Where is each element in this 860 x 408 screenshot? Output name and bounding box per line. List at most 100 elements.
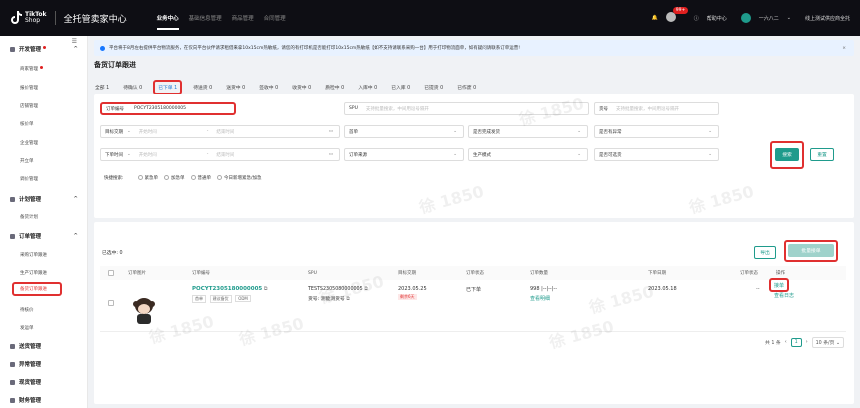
nav-basic-info[interactable]: 基础信息管理 xyxy=(189,14,222,22)
account-name[interactable]: 一六八二 xyxy=(759,15,779,22)
production-mode-select[interactable]: 生产模式 ⌄ xyxy=(468,148,588,161)
target-date-range[interactable]: 目标交期 ⌄ 开始时间 - 结束时间 ▭ xyxy=(100,125,340,138)
sidebar-item-production-order[interactable]: 生产订单跟进 xyxy=(0,266,88,280)
sidebar-group-delivery[interactable]: 送货管理 xyxy=(0,339,88,353)
radio-icon xyxy=(164,175,170,180)
quick-today-new[interactable]: 今日新增紧急/加急 xyxy=(217,175,262,181)
page-size-select[interactable]: 10 条/页 ⌄ xyxy=(811,337,844,348)
tab-delivering[interactable]: 送货中 0 xyxy=(223,82,248,93)
sidebar-item-price-check[interactable]: 核价单 xyxy=(0,117,88,131)
bell-icon[interactable]: 🔔 xyxy=(652,15,658,21)
tab-ordered[interactable]: 已下单 1 xyxy=(153,80,183,95)
help-center-link[interactable]: 帮助中心 xyxy=(707,15,727,22)
copy-icon[interactable]: ⧉ xyxy=(346,297,349,302)
sidebar-group-plan[interactable]: 计划管理 ^ xyxy=(0,192,88,206)
page-1[interactable]: 1 xyxy=(790,338,802,347)
next-page-icon[interactable]: › xyxy=(806,340,808,345)
quick-urgent[interactable]: 紧急单 xyxy=(137,175,158,181)
logo[interactable]: TikTok Shop xyxy=(10,11,47,25)
sidebar-item-shop[interactable]: 店铺管理 xyxy=(0,99,88,113)
copy-icon[interactable]: ⧉ xyxy=(364,287,367,292)
sidebar-item-shipment[interactable]: 发运单 xyxy=(0,321,88,335)
app-name: 全托管卖家中心 xyxy=(63,14,127,25)
tab-to-deliver[interactable]: 待送货 0 xyxy=(190,82,215,93)
accept-order-link[interactable]: 接单 xyxy=(774,282,784,289)
sidebar-item-purchase-order[interactable]: 采购订单跟进 xyxy=(0,248,88,262)
tab-voided[interactable]: 已作废 0 xyxy=(454,82,479,93)
order-number-link[interactable]: POCYT2305180000005 xyxy=(192,286,262,292)
nav-business-center[interactable]: 业务中心 xyxy=(156,14,179,30)
sidebar-item-pending-price[interactable]: 待核价 xyxy=(0,303,88,317)
row-checkbox[interactable] xyxy=(108,300,114,306)
sidebar-group-order[interactable]: 订单管理 ^ xyxy=(0,229,88,243)
prev-page-icon[interactable]: ‹ xyxy=(785,340,787,345)
search-button[interactable]: 搜索 xyxy=(775,148,799,161)
state-dash: -- xyxy=(756,286,760,292)
quick-normal[interactable]: 普通单 xyxy=(190,175,211,181)
remaining-days-badge: 剩余6天 xyxy=(398,294,417,300)
view-detail-link[interactable]: 查看明细 xyxy=(530,295,557,302)
select-all-checkbox[interactable] xyxy=(108,270,114,276)
tab-pending-confirm[interactable]: 待确认 0 xyxy=(120,82,145,93)
nav-contract-management[interactable]: 合同管理 xyxy=(264,14,286,22)
tab-warehousing[interactable]: 入库中 0 xyxy=(355,82,380,93)
copy-icon[interactable]: ⧉ xyxy=(264,286,268,292)
exception-select[interactable]: 是否有异常 ⌄ xyxy=(594,125,719,138)
sidebar-group-exception[interactable]: 异常管理 xyxy=(0,357,88,371)
info-icon xyxy=(100,45,105,51)
tab-receiving[interactable]: 收货中 0 xyxy=(289,82,314,93)
sidebar: ☰ 开发管理 ^ 商家管理 报价管理 店铺管理 核价单 企业管理 开立单 调价管… xyxy=(0,36,88,408)
shipped-select[interactable]: 是否完成发货 ⌄ xyxy=(468,125,588,138)
sidebar-group-finance[interactable]: 财务管理 xyxy=(0,393,88,407)
tab-signing[interactable]: 签收中 0 xyxy=(256,82,281,93)
col-target-date[interactable]: 目标交期 xyxy=(398,270,416,276)
sidebar-item-merchant[interactable]: 商家管理 xyxy=(0,62,88,76)
shop-name[interactable]: 线上测试供应商全托 xyxy=(805,15,850,22)
order-number-field[interactable]: 订单编号 POCYT2305180000005 xyxy=(100,102,236,115)
col-spu[interactable]: SPU xyxy=(308,271,317,276)
folder-icon xyxy=(10,397,15,403)
sidebar-item-enterprise[interactable]: 企业管理 xyxy=(0,136,88,150)
sidebar-group-spot[interactable]: 现货管理 xyxy=(0,375,88,389)
sku-field[interactable]: 货号 支持批量搜索，中间用逗号隔开 xyxy=(594,102,719,115)
view-log-link[interactable]: 查看日志 xyxy=(774,292,794,299)
sidebar-item-open[interactable]: 开立单 xyxy=(0,154,88,168)
radio-icon xyxy=(137,175,143,180)
quick-expedited[interactable]: 加急单 xyxy=(164,175,185,181)
red-dot xyxy=(40,66,43,69)
col-status: 订单状态 xyxy=(466,271,484,276)
sidebar-item-stock-plan[interactable]: 备货计划 xyxy=(0,210,88,224)
help-icon[interactable]: ⓘ xyxy=(694,15,699,22)
tab-picked-up[interactable]: 已提货 0 xyxy=(421,82,446,93)
red-dot xyxy=(43,46,47,49)
page-title: 备货订单跟进 xyxy=(94,61,136,69)
order-source-select[interactable]: 订单来源 ⌄ xyxy=(344,148,464,161)
tab-warehoused[interactable]: 已入库 0 xyxy=(388,82,413,93)
chevron-down-icon: ⌄ xyxy=(708,129,712,134)
chevron-down-icon[interactable]: ⌄ xyxy=(787,15,791,21)
spu-field[interactable]: SPU 支持批量搜索，中间用逗号隔开 xyxy=(344,102,589,115)
col-order-no: 订单编号 xyxy=(192,271,210,276)
folder-icon xyxy=(10,46,15,52)
sidebar-group-dev[interactable]: 开发管理 ^ xyxy=(0,42,88,56)
tab-qc[interactable]: 质检中 0 xyxy=(322,82,347,93)
avatar[interactable]: 99+ xyxy=(665,7,689,24)
export-button[interactable]: 导出 xyxy=(754,246,776,259)
sidebar-item-stock-order[interactable]: 备货订单跟进 xyxy=(12,282,62,296)
selectable-select[interactable]: 是否可选货 ⌄ xyxy=(594,148,719,161)
order-date-range[interactable]: 下单时间 ⌄ 开始时间 - 结束时间 ▭ xyxy=(100,148,340,161)
reset-button[interactable]: 重置 xyxy=(810,148,834,161)
product-image[interactable] xyxy=(128,296,160,326)
sidebar-item-adjust-price[interactable]: 调价管理 xyxy=(0,172,88,186)
nav-product-management[interactable]: 商品管理 xyxy=(232,14,254,22)
col-quantity[interactable]: 订单数量 xyxy=(530,270,548,276)
tab-all[interactable]: 全部 1 xyxy=(92,82,112,93)
quick-search: 快捷搜索: 紧急单 加急单 普通单 今日新增紧急/加急 xyxy=(104,175,262,181)
col-order-date[interactable]: 下单日期 xyxy=(648,270,666,276)
account-avatar[interactable] xyxy=(740,13,751,23)
calendar-icon: ▭ xyxy=(328,152,333,157)
first-order-select[interactable]: 首单 ⌄ xyxy=(344,125,464,138)
batch-accept-button[interactable]: 批量接单 xyxy=(788,244,834,257)
sidebar-item-quote[interactable]: 报价管理 xyxy=(0,81,88,95)
close-icon[interactable]: × xyxy=(842,46,846,51)
